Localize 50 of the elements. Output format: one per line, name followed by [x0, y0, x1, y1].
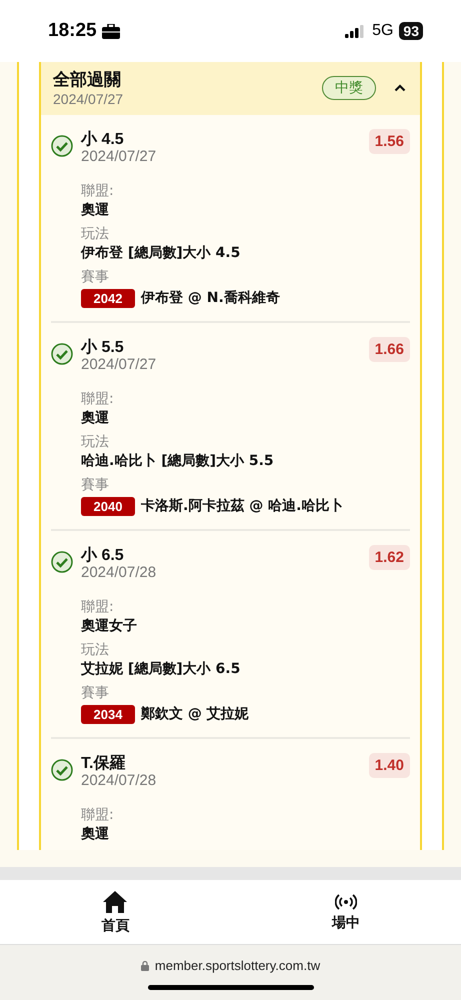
field-value: 哈迪.哈比卜 [總局數]大小 5.5 [81, 452, 275, 471]
field-label: 賽事 [81, 684, 110, 702]
event-code: 2034 [81, 704, 135, 724]
network-label: 5G [372, 22, 394, 40]
live-tab[interactable]: 場中 [230, 880, 461, 944]
bet-pick: 小 4.5 [81, 130, 125, 150]
event-name: 伊布登 @ N.喬科維奇 [141, 289, 280, 308]
odds-label: 1.62 [368, 545, 410, 570]
home-tab[interactable]: 首頁 [0, 880, 230, 944]
field-label: 玩法 [81, 225, 110, 243]
event-code: 2040 [81, 496, 135, 516]
field-value: 伊布登 [總局數]大小 4.5 [81, 244, 242, 263]
field-value: 奧運女子 [81, 617, 138, 636]
signal-icon [345, 24, 364, 38]
home-icon [102, 890, 128, 914]
result-badge: 中獎 [322, 76, 376, 100]
event-code: 2042 [81, 288, 135, 308]
bet-pick: T.保羅 [81, 754, 126, 774]
parlay-date: 2024/07/27 [53, 91, 124, 107]
field-label: 玩法 [81, 641, 110, 659]
odds-label: 1.40 [368, 753, 410, 778]
bet-date: 2024/07/27 [81, 356, 158, 373]
broadcast-icon [334, 892, 357, 910]
bet-pick: 小 5.5 [81, 338, 125, 358]
field-label: 賽事 [81, 476, 110, 494]
lock-icon [140, 960, 149, 970]
field-value: 奧運 [81, 201, 110, 220]
odds-label: 1.66 [368, 337, 410, 362]
clock-time: 18:25 [48, 20, 97, 42]
event-name: 卡洛斯.阿卡拉茲 @ 哈迪.哈比卜 [141, 497, 344, 516]
field-label: 玩法 [81, 433, 110, 451]
odds-label: 1.56 [368, 129, 410, 154]
briefcase-icon [102, 24, 120, 38]
field-label: 賽事 [81, 268, 110, 286]
collapse-chevron-icon[interactable] [394, 84, 406, 92]
parlay-title: 全部過關 [53, 69, 122, 91]
field-label: 聯盟: [81, 598, 115, 616]
bet-date: 2024/07/27 [81, 148, 158, 165]
bet-date: 2024/07/28 [81, 564, 158, 581]
event-name: 鄭欽文 @ 艾拉妮 [141, 705, 249, 724]
bet-pick: 小 6.5 [81, 546, 125, 566]
bet-date: 2024/07/28 [81, 772, 158, 789]
field-label: 聯盟: [81, 182, 115, 200]
field-label: 聯盟: [81, 806, 115, 824]
field-value: 奧運 [81, 825, 110, 844]
field-value: 奧運 [81, 409, 110, 428]
url-text[interactable]: member.sportslottery.com.tw [154, 958, 320, 973]
battery-icon: 93 [399, 22, 423, 40]
field-value: 艾拉妮 [總局數]大小 6.5 [81, 660, 242, 679]
field-label: 聯盟: [81, 390, 115, 408]
